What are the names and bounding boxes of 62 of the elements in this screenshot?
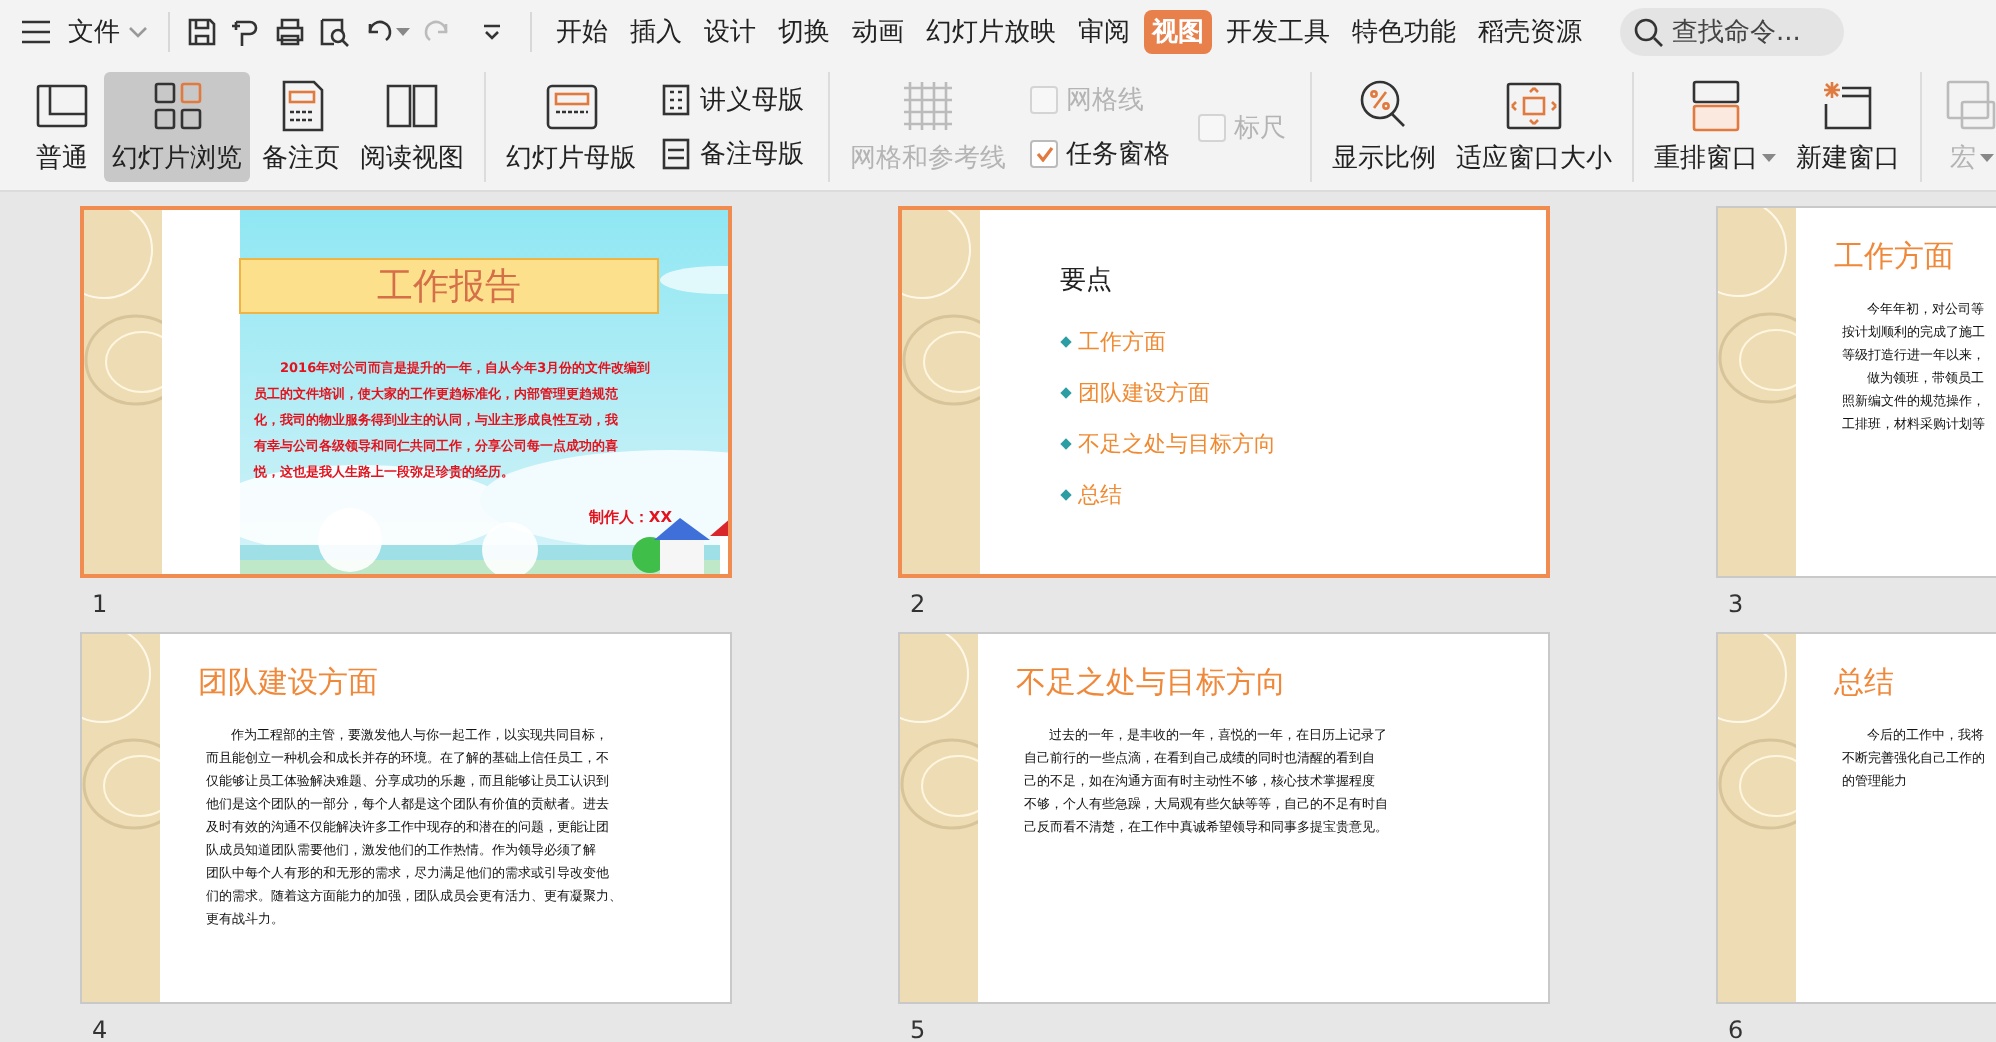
file-menu[interactable]: 文件 [52, 10, 152, 54]
slide-thumbnail[interactable] [80, 632, 732, 1004]
ribbon-tab[interactable]: 开始 [548, 10, 616, 54]
ribbon-button[interactable]: 阅读视图 [352, 72, 472, 182]
bullet-icon [1060, 336, 1072, 348]
ribbon-tab[interactable]: 审阅 [1070, 10, 1138, 54]
search-field[interactable]: 查找命令... [1620, 8, 1844, 56]
caret-icon [1762, 153, 1776, 163]
slide-title: 不足之处与目标方向 [1016, 663, 1286, 703]
dropdown-icon [482, 24, 502, 40]
caret-icon [128, 26, 148, 38]
checkbox-label[interactable]: 任务窗格 [1066, 136, 1170, 173]
bullet-text: 总结 [1078, 481, 1122, 510]
menu-icon [20, 18, 52, 46]
ribbon-button[interactable]: 备注页 [254, 72, 348, 182]
slide-title: 工作报告 [239, 258, 659, 314]
grid-icon [898, 76, 958, 136]
ribbon-tab[interactable]: 幻灯片放映 [918, 10, 1064, 54]
ribbon-button[interactable]: 适应窗口大小 [1448, 72, 1620, 182]
ribbon-button[interactable]: 普通 [24, 72, 100, 182]
slide-number: 5 [910, 1016, 926, 1042]
format-painter-icon [230, 16, 262, 48]
handout-icon [660, 83, 692, 116]
bullet-icon [1060, 387, 1072, 399]
checkbox[interactable] [1030, 140, 1058, 169]
slide-title: 要点 [1060, 263, 1112, 297]
ribbon-button[interactable]: 新建窗口 [1788, 72, 1908, 182]
caret-icon [396, 27, 410, 37]
ribbon-tab[interactable]: 动画 [844, 10, 912, 54]
search-icon [1634, 18, 1664, 48]
save-icon [186, 16, 218, 48]
notes-master-icon [660, 138, 692, 171]
bullet-icon [1060, 489, 1072, 501]
slide-thumbnail[interactable]: 要点 工作方面 团队建设方面 不足之处与目标方向 总结 [898, 206, 1550, 578]
ribbon-tab[interactable]: 特色功能 [1344, 10, 1464, 54]
check-icon [1035, 146, 1053, 163]
ribbon-button[interactable]: 备注母版 [656, 136, 808, 173]
ribbon-tab[interactable]: 切换 [770, 10, 838, 54]
slide-number: 1 [92, 590, 108, 618]
slide-number: 4 [92, 1016, 108, 1042]
print-preview-icon [318, 16, 350, 48]
bullet-icon [1060, 438, 1072, 450]
ribbon-button[interactable]: 重排窗口 [1646, 72, 1784, 182]
ribbon-button[interactable]: 幻灯片浏览 [104, 72, 250, 182]
bullet-text: 工作方面 [1078, 328, 1166, 357]
ribbon-tab[interactable]: 开发工具 [1218, 10, 1338, 54]
ribbon-button[interactable]: 讲义母版 [656, 81, 808, 118]
slide-title: 工作方面 [1834, 237, 1954, 277]
slide-title: 总结 [1834, 663, 1894, 703]
slide-title: 团队建设方面 [198, 663, 378, 703]
slide-number: 6 [1728, 1016, 1744, 1042]
ribbon-tab[interactable]: 稻壳资源 [1470, 10, 1590, 54]
slide-number: 2 [910, 590, 926, 618]
ribbon-tab[interactable]: 插入 [622, 10, 690, 54]
bullet-text: 团队建设方面 [1078, 379, 1210, 408]
ribbon-tab[interactable]: 设计 [696, 10, 764, 54]
ribbon-button[interactable]: 幻灯片母版 [498, 72, 644, 182]
bullet-text: 不足之处与目标方向 [1078, 430, 1276, 459]
caret-icon [1980, 153, 1994, 163]
slide-number: 3 [1728, 590, 1744, 618]
print-icon [274, 16, 306, 48]
ribbon-button[interactable]: 显示比例 [1324, 72, 1444, 182]
